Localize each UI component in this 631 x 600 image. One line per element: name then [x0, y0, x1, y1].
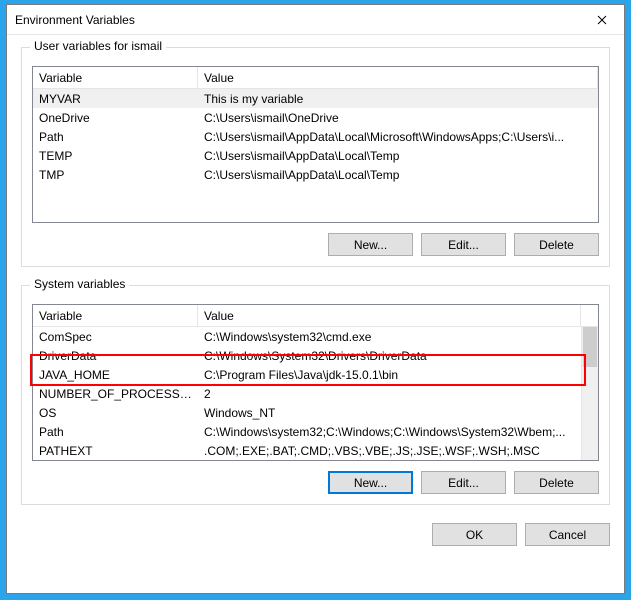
cell-value: C:\Windows\System32\Drivers\DriverData — [198, 349, 581, 363]
col-header-value[interactable]: Value — [198, 305, 581, 326]
cell-value: C:\Users\ismail\OneDrive — [198, 111, 598, 125]
user-edit-button[interactable]: Edit... — [421, 233, 506, 256]
cell-variable: OS — [33, 406, 198, 420]
system-edit-button[interactable]: Edit... — [421, 471, 506, 494]
close-button[interactable] — [579, 5, 624, 35]
cell-variable: TMP — [33, 168, 198, 182]
table-row[interactable]: DriverData C:\Windows\System32\Drivers\D… — [33, 346, 581, 365]
cell-value: C:\Windows\system32\cmd.exe — [198, 330, 581, 344]
cell-value: This is my variable — [198, 92, 598, 106]
user-group-legend: User variables for ismail — [30, 39, 166, 53]
user-variables-group: User variables for ismail Variable Value… — [21, 47, 610, 267]
system-new-button[interactable]: New... — [328, 471, 413, 494]
cell-variable: JAVA_HOME — [33, 368, 198, 382]
system-delete-button[interactable]: Delete — [514, 471, 599, 494]
table-row[interactable]: TEMP C:\Users\ismail\AppData\Local\Temp — [33, 146, 598, 165]
cell-value: 2 — [198, 387, 581, 401]
system-list-rows: ComSpec C:\Windows\system32\cmd.exe Driv… — [33, 327, 581, 460]
table-row[interactable]: TMP C:\Users\ismail\AppData\Local\Temp — [33, 165, 598, 184]
col-header-value[interactable]: Value — [198, 67, 598, 88]
cell-value: C:\Users\ismail\AppData\Local\Temp — [198, 149, 598, 163]
system-variables-group: System variables Variable Value ComSpec … — [21, 285, 610, 505]
system-list-scrollbar[interactable] — [581, 327, 598, 460]
table-row[interactable]: JAVA_HOME C:\Program Files\Java\jdk-15.0… — [33, 365, 581, 384]
table-row[interactable]: Path C:\Windows\system32;C:\Windows;C:\W… — [33, 422, 581, 441]
system-buttons: New... Edit... Delete — [32, 471, 599, 494]
col-header-variable[interactable]: Variable — [33, 305, 198, 326]
cell-value: Windows_NT — [198, 406, 581, 420]
cell-variable: PATHEXT — [33, 444, 198, 458]
cell-variable: DriverData — [33, 349, 198, 363]
cell-value: C:\Users\ismail\AppData\Local\Temp — [198, 168, 598, 182]
cell-variable: NUMBER_OF_PROCESSORS — [33, 387, 198, 401]
scrollbar-thumb[interactable] — [583, 327, 597, 367]
table-row[interactable]: MYVAR This is my variable — [33, 89, 598, 108]
cell-variable: Path — [33, 130, 198, 144]
user-variables-list[interactable]: Variable Value MYVAR This is my variable… — [32, 66, 599, 223]
cell-variable: OneDrive — [33, 111, 198, 125]
table-row[interactable]: ComSpec C:\Windows\system32\cmd.exe — [33, 327, 581, 346]
env-vars-dialog: Environment Variables User variables for… — [6, 4, 625, 594]
cancel-button[interactable]: Cancel — [525, 523, 610, 546]
table-row[interactable]: PATHEXT .COM;.EXE;.BAT;.CMD;.VBS;.VBE;.J… — [33, 441, 581, 460]
system-list-header: Variable Value — [33, 305, 598, 327]
table-row[interactable]: OS Windows_NT — [33, 403, 581, 422]
dialog-buttons: OK Cancel — [21, 523, 610, 546]
cell-value: C:\Users\ismail\AppData\Local\Microsoft\… — [198, 130, 598, 144]
cell-value: C:\Program Files\Java\jdk-15.0.1\bin — [198, 368, 581, 382]
client-area: User variables for ismail Variable Value… — [7, 35, 624, 593]
close-icon — [597, 15, 607, 25]
system-group-legend: System variables — [30, 277, 129, 291]
table-row[interactable]: NUMBER_OF_PROCESSORS 2 — [33, 384, 581, 403]
table-row[interactable]: OneDrive C:\Users\ismail\OneDrive — [33, 108, 598, 127]
col-header-variable[interactable]: Variable — [33, 67, 198, 88]
cell-variable: ComSpec — [33, 330, 198, 344]
user-new-button[interactable]: New... — [328, 233, 413, 256]
user-list-header: Variable Value — [33, 67, 598, 89]
ok-button[interactable]: OK — [432, 523, 517, 546]
table-row[interactable]: Path C:\Users\ismail\AppData\Local\Micro… — [33, 127, 598, 146]
user-buttons: New... Edit... Delete — [32, 233, 599, 256]
cell-value: C:\Windows\system32;C:\Windows;C:\Window… — [198, 425, 581, 439]
cell-variable: MYVAR — [33, 92, 198, 106]
window-title: Environment Variables — [15, 13, 135, 27]
user-delete-button[interactable]: Delete — [514, 233, 599, 256]
user-list-rows: MYVAR This is my variable OneDrive C:\Us… — [33, 89, 598, 184]
cell-value: .COM;.EXE;.BAT;.CMD;.VBS;.VBE;.JS;.JSE;.… — [198, 444, 581, 458]
cell-variable: TEMP — [33, 149, 198, 163]
titlebar[interactable]: Environment Variables — [7, 5, 624, 35]
cell-variable: Path — [33, 425, 198, 439]
system-variables-list[interactable]: Variable Value ComSpec C:\Windows\system… — [32, 304, 599, 461]
